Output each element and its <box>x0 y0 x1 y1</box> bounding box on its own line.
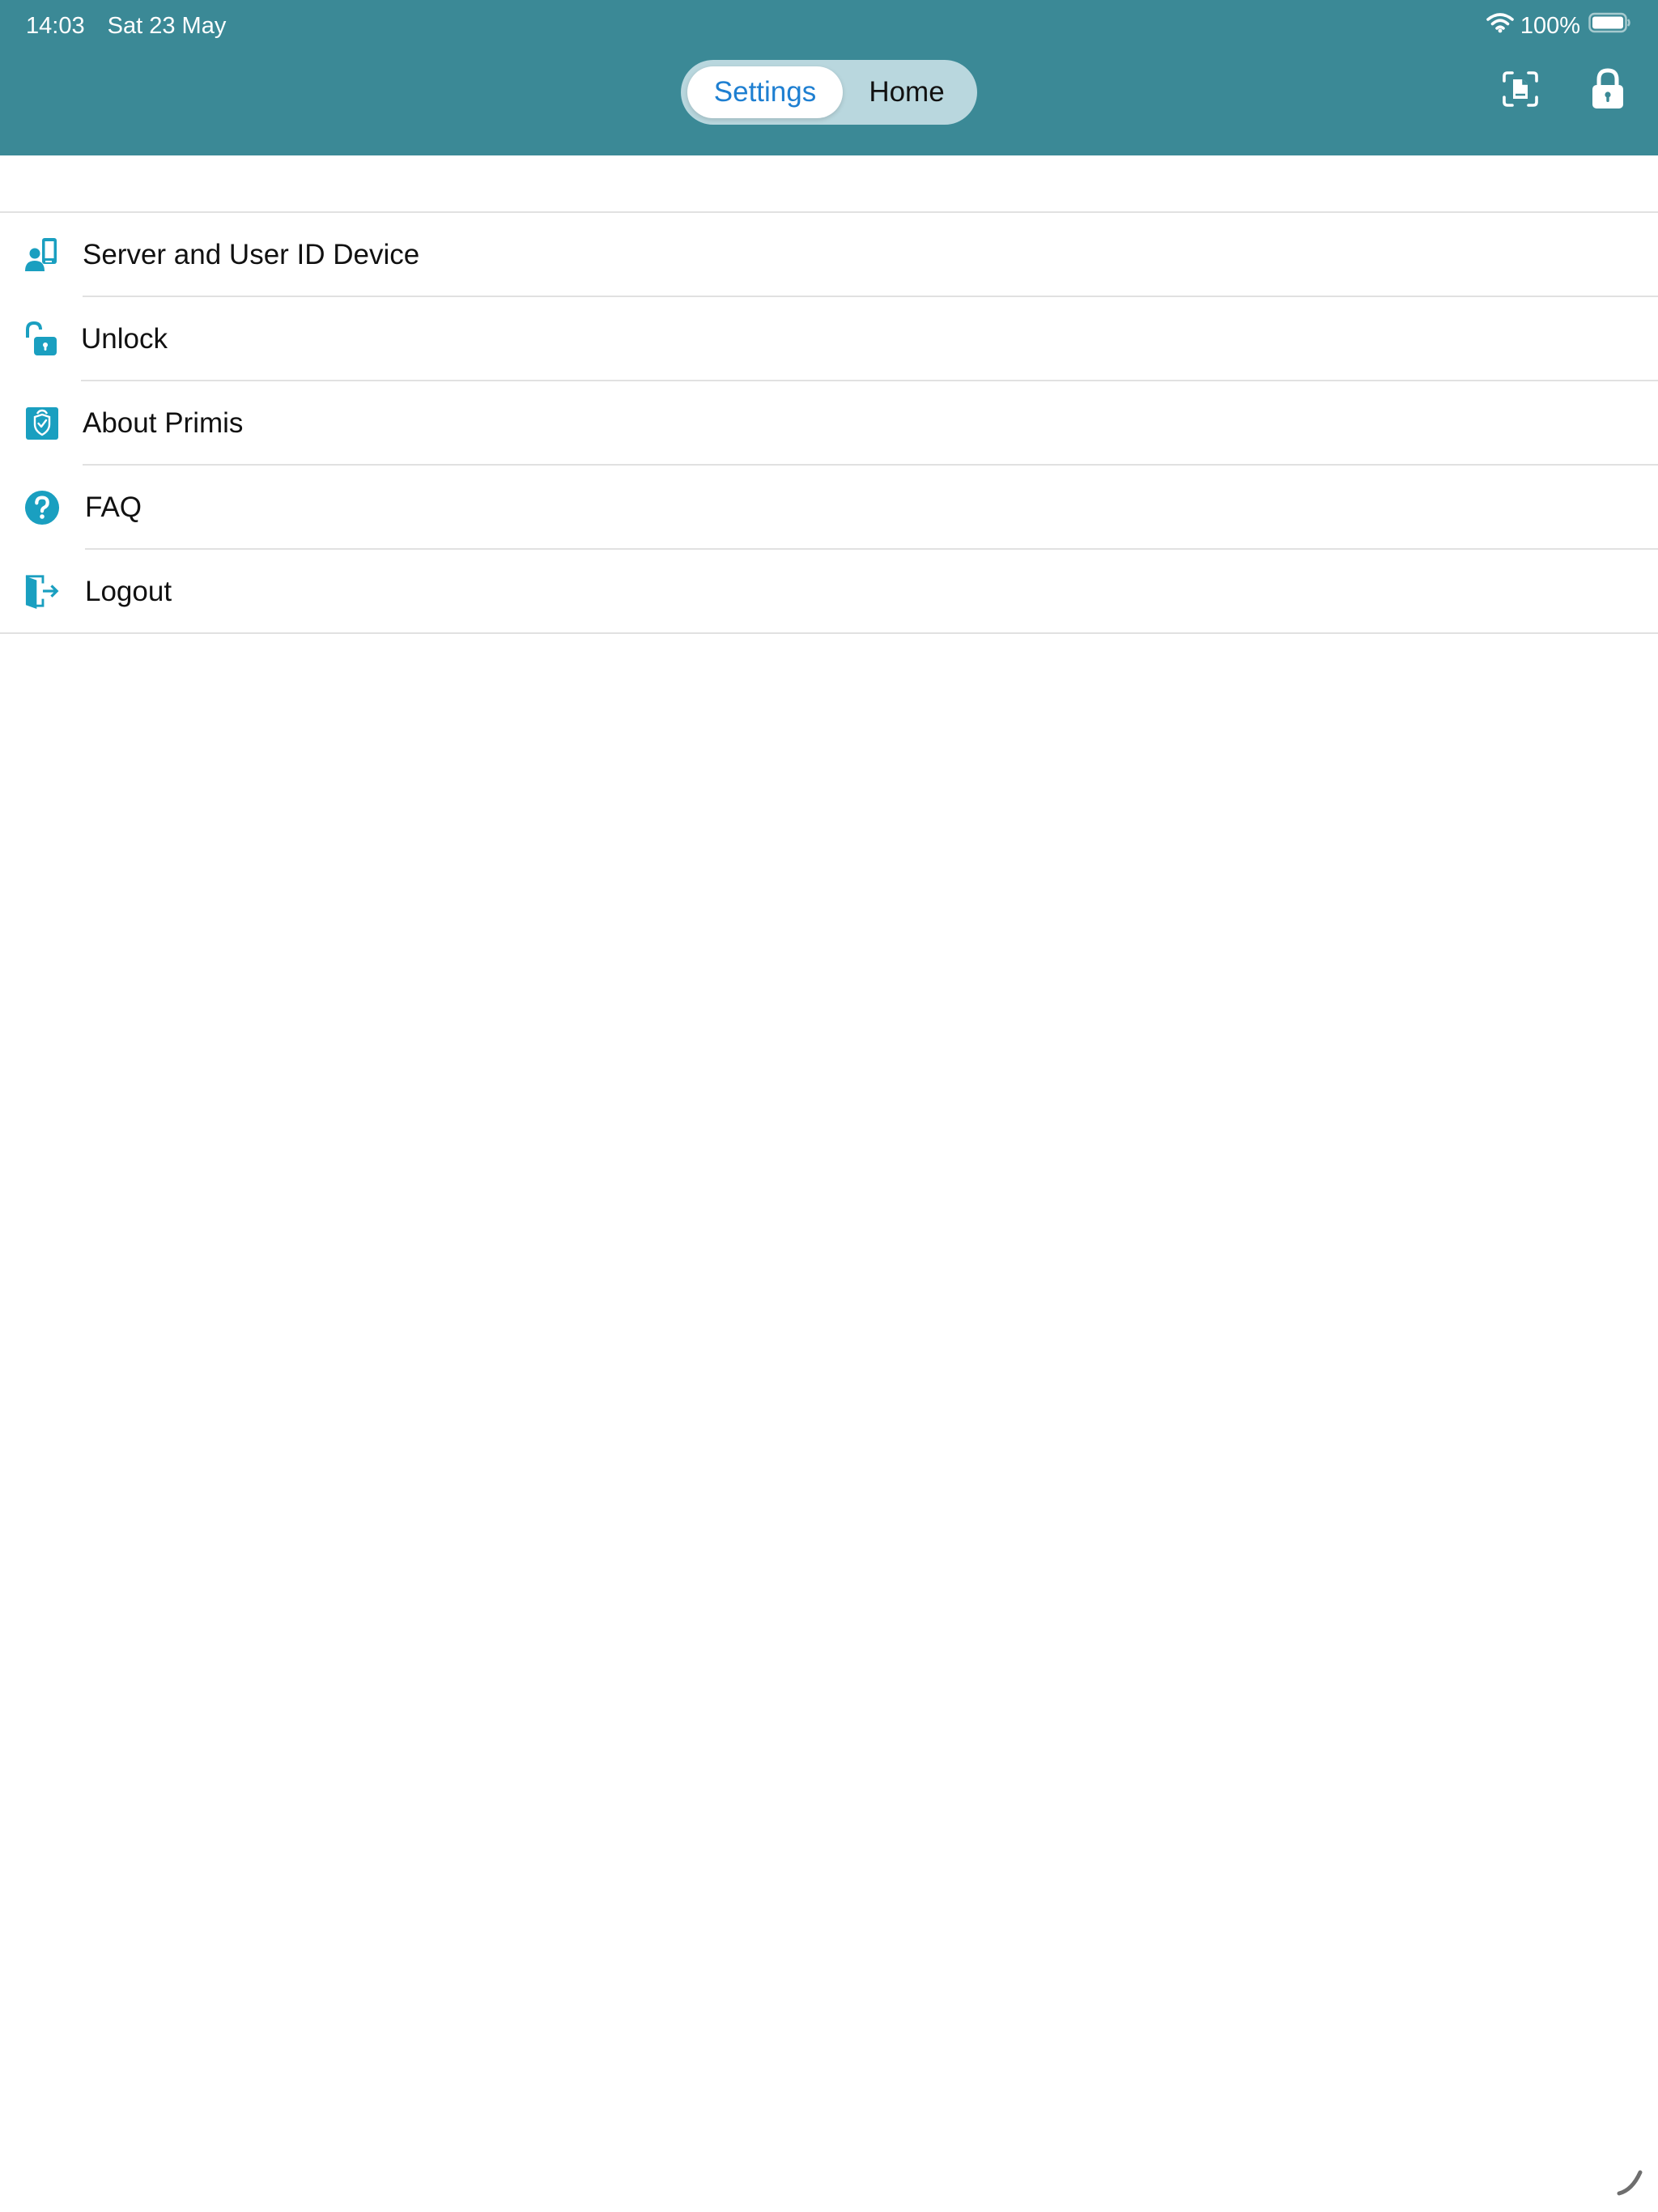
menu-item-label: FAQ <box>85 491 142 523</box>
battery-percentage: 100% <box>1520 12 1580 39</box>
menu-item-label: Server and User ID Device <box>83 239 420 270</box>
user-device-icon <box>24 237 60 273</box>
document-scan-button[interactable] <box>1496 66 1545 115</box>
shield-icon <box>24 406 60 441</box>
question-circle-icon <box>24 490 60 525</box>
menu-item-about-primis[interactable]: About Primis <box>0 381 1658 466</box>
row-divider <box>0 632 1658 634</box>
settings-menu-list: Server and User ID Device Unlock About P… <box>0 211 1658 634</box>
unlock-icon <box>24 321 60 357</box>
home-indicator-handle[interactable] <box>1614 2166 1647 2202</box>
lock-button[interactable] <box>1584 66 1632 115</box>
status-date: Sat 23 May <box>107 13 227 39</box>
wifi-icon <box>1486 12 1514 40</box>
battery-icon <box>1588 12 1630 40</box>
document-scan-icon <box>1501 70 1540 113</box>
segment-home[interactable]: Home <box>843 66 971 118</box>
status-time: 14:03 <box>26 13 85 39</box>
menu-item-label: Logout <box>85 576 172 607</box>
segment-settings[interactable]: Settings <box>687 66 843 118</box>
lock-icon <box>1590 67 1626 114</box>
menu-item-label: Unlock <box>81 323 168 355</box>
menu-item-label: About Primis <box>83 407 244 439</box>
logout-door-icon <box>24 574 60 610</box>
menu-item-logout[interactable]: Logout <box>0 550 1658 634</box>
status-bar-datetime: 14:03 Sat 23 May <box>26 11 226 40</box>
menu-item-server-user-id-device[interactable]: Server and User ID Device <box>0 213 1658 297</box>
status-bar-indicators: 100% <box>1486 11 1630 40</box>
navigation-header: 14:03 Sat 23 May 100% Settings Home <box>0 0 1658 155</box>
menu-item-unlock[interactable]: Unlock <box>0 297 1658 381</box>
view-segmented-control: Settings Home <box>681 60 977 125</box>
menu-item-faq[interactable]: FAQ <box>0 466 1658 550</box>
